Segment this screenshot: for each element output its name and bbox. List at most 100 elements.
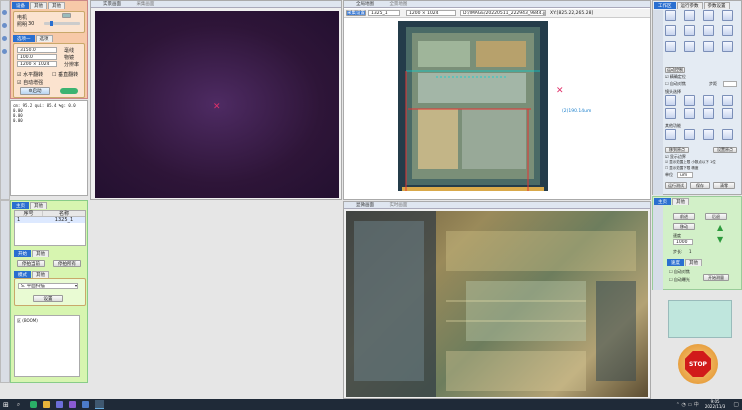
video-icon[interactable] <box>2 23 7 28</box>
tab-other[interactable]: 其他 <box>30 202 47 209</box>
check-autofocus[interactable]: ☐ 自动对焦 <box>665 81 686 87</box>
tab-other-1[interactable]: 其他 <box>30 2 47 9</box>
move-icon[interactable] <box>665 40 676 52</box>
move-icon[interactable] <box>665 10 676 21</box>
clear-button[interactable]: 清零 <box>713 182 735 189</box>
step-input[interactable] <box>723 81 737 87</box>
wechat-icon[interactable] <box>30 401 38 408</box>
move-icon[interactable] <box>722 40 733 52</box>
move-icon[interactable] <box>684 40 695 52</box>
move-icon[interactable] <box>703 40 714 52</box>
tray-icons[interactable]: ⌃ ◔ ▭ 中 <box>676 401 699 408</box>
settings-icon[interactable] <box>2 36 7 41</box>
forward-button[interactable]: 前进 <box>673 213 695 220</box>
tab-start[interactable]: 开始 <box>14 250 31 257</box>
motor-toggle[interactable] <box>62 13 71 18</box>
move-icon[interactable] <box>722 10 733 21</box>
explorer-icon[interactable] <box>43 401 51 408</box>
mode-select[interactable]: S. 平面扫描 <box>18 283 78 289</box>
light-slider[interactable] <box>44 21 80 26</box>
tab-workspace[interactable]: 工作区 <box>654 2 676 9</box>
function-icon[interactable] <box>665 129 676 140</box>
lens-icon[interactable] <box>684 95 695 106</box>
tab-main[interactable]: 主页 <box>12 202 29 209</box>
app-icon[interactable] <box>82 401 90 408</box>
tab-device[interactable]: 设备 <box>12 2 29 9</box>
lens-icon[interactable] <box>722 108 733 119</box>
camera-icon[interactable] <box>2 10 7 15</box>
check-lower[interactable]: ☐ 显示范围下限 精度 <box>665 166 698 171</box>
function-icon[interactable] <box>722 129 733 140</box>
run-test-button[interactable]: 运行测试 <box>665 182 687 189</box>
lens-icon[interactable] <box>665 95 676 106</box>
lens-icon[interactable] <box>722 95 733 106</box>
function-icon[interactable] <box>703 129 714 140</box>
tab-param-settings[interactable]: 参数设置 <box>703 2 730 9</box>
goto-origin-button[interactable]: 移到原点 <box>665 147 689 153</box>
search-icon[interactable]: ⌕ <box>17 401 20 409</box>
field-resolution[interactable]: 1200 × 1024 <box>17 61 57 67</box>
check-af[interactable]: ☐ 自动对焦 <box>669 269 690 275</box>
save-button[interactable]: 保存 <box>690 182 710 189</box>
start-measure-button[interactable]: 开始测量 <box>703 274 729 281</box>
path-field[interactable]: D:/IMAGE/20220511_222943_9844.jpg <box>460 10 546 16</box>
map-view[interactable]: ✕ (2)190.14um <box>346 19 648 198</box>
tab-other-r[interactable]: 其他 <box>672 198 689 205</box>
field-objective[interactable]: 100.0 <box>17 54 57 60</box>
move-icon[interactable] <box>703 10 714 21</box>
stop-current-button[interactable]: 停拍当前 <box>17 260 45 267</box>
set-origin-button[interactable]: 设置原点 <box>713 147 737 153</box>
tab-other-r2[interactable]: 其他 <box>685 259 702 266</box>
move-icon[interactable] <box>703 25 714 37</box>
tab-option-1[interactable]: 选项一 <box>13 35 35 42</box>
check-precise[interactable]: ☑ 精确定位 <box>665 74 686 80</box>
move-icon[interactable] <box>722 25 733 37</box>
move-icon[interactable] <box>684 25 695 37</box>
motion-control-button[interactable]: 运动控制 <box>665 67 685 73</box>
start-button[interactable]: ⚙ 启动 <box>20 87 50 95</box>
vs-icon[interactable] <box>69 401 77 408</box>
check-auto[interactable]: ☑ 自动增强 <box>17 79 43 86</box>
move-button[interactable]: 移动 <box>673 223 695 230</box>
help-icon[interactable] <box>2 49 7 54</box>
tab-option-2[interactable]: 选项 <box>35 35 53 42</box>
confirm-button[interactable]: 设置 <box>33 295 63 302</box>
stop-all-button[interactable]: 停拍所有 <box>53 260 81 267</box>
notification-icon[interactable]: ▢ <box>733 401 739 408</box>
lens-icon[interactable] <box>703 108 714 119</box>
check-hflip[interactable]: ☑ 水平翻转 <box>17 71 43 78</box>
check-vflip[interactable]: ☐ 垂直翻转 <box>52 71 78 78</box>
lens-icon[interactable] <box>703 95 714 106</box>
tab-other-c[interactable]: 其他 <box>32 271 49 278</box>
function-icon[interactable] <box>684 129 695 140</box>
check-ae[interactable]: ☐ 自动曝光 <box>669 277 690 283</box>
tab-other-b[interactable]: 其他 <box>32 250 49 257</box>
tab-run-params[interactable]: 运行参数 <box>676 2 703 9</box>
unit-select[interactable]: um <box>677 172 693 178</box>
light-slider-thumb[interactable] <box>50 21 53 26</box>
chevron-down-icon[interactable]: ▾ <box>75 283 77 288</box>
windows-start-icon[interactable]: ⊞ <box>3 401 9 409</box>
check-upper[interactable]: ☑ 显示范围上限 小数点以下 1位 <box>665 160 716 165</box>
backward-button[interactable]: 后退 <box>705 213 727 220</box>
tab-other-2[interactable]: 其他 <box>48 2 65 9</box>
field-zoom[interactable]: 3150.0 <box>17 47 57 53</box>
resolution-field[interactable]: 1200 × 1024 <box>406 10 456 16</box>
tab-speed[interactable]: 速度 <box>667 259 684 266</box>
green-arrow-up-icon[interactable]: ▲ <box>717 223 723 232</box>
speed-input[interactable]: 1000 <box>673 239 693 245</box>
tab-mode[interactable]: 模式 <box>14 271 31 278</box>
tab-main-r[interactable]: 主页 <box>654 198 671 205</box>
green-arrow-down-icon[interactable]: ▼ <box>717 235 723 244</box>
stop-button[interactable]: STOP <box>678 344 718 384</box>
micro-view[interactable] <box>346 211 648 397</box>
move-icon[interactable] <box>684 10 695 21</box>
capture-settings-button[interactable]: 采集设置 <box>346 10 366 16</box>
app-icon[interactable] <box>56 401 64 408</box>
clock[interactable]: 9:05 2022/11/3 <box>705 399 726 409</box>
toggle-switch[interactable] <box>60 88 78 94</box>
active-app-icon[interactable] <box>95 400 105 409</box>
lens-icon[interactable] <box>684 108 695 119</box>
sample-field[interactable]: 1325_1 <box>368 10 400 16</box>
camera-view[interactable]: ✕ <box>95 11 339 198</box>
